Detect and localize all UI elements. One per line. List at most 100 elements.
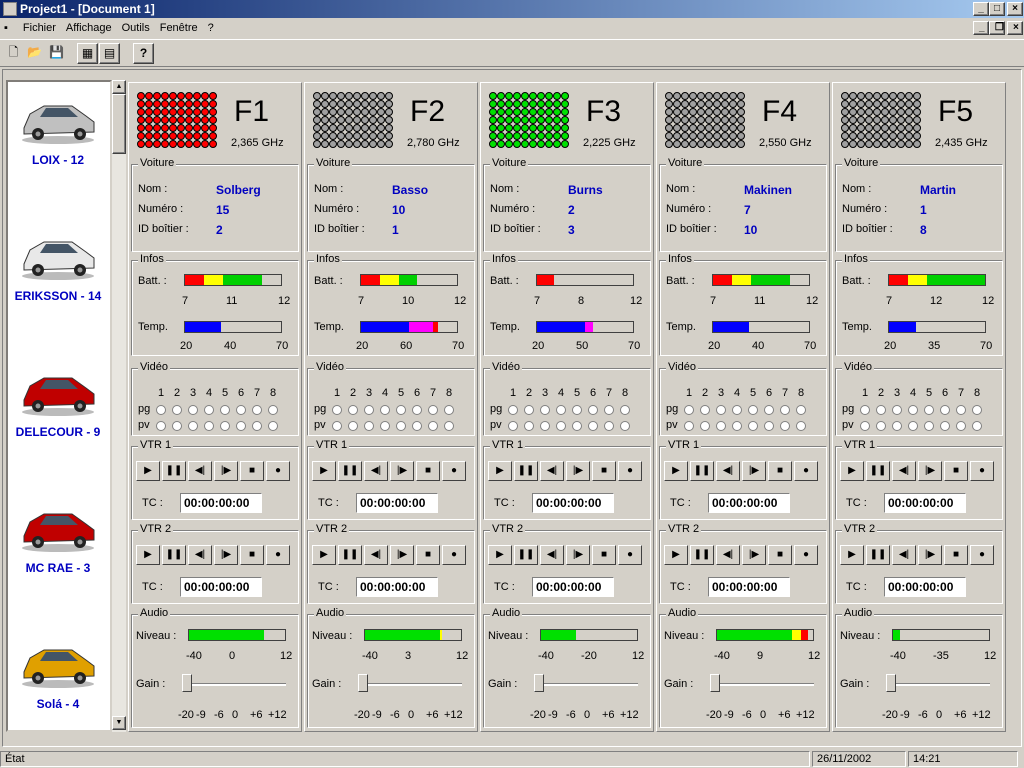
vtr2-record-button[interactable]: ● — [266, 545, 290, 565]
vtr2-pause-button[interactable]: ❚❚ — [162, 545, 186, 565]
child-restore-button[interactable]: ❐ — [989, 21, 1005, 35]
video-pg-radio[interactable] — [700, 405, 710, 415]
vtr2-pause-button[interactable]: ❚❚ — [690, 545, 714, 565]
video-pv-radio[interactable] — [956, 421, 966, 431]
video-pg-radio[interactable] — [428, 405, 438, 415]
vtr1-step-back-button[interactable]: ◀| — [892, 461, 916, 481]
video-pg-radio[interactable] — [156, 405, 166, 415]
video-pv-radio[interactable] — [556, 421, 566, 431]
vtr1-record-button[interactable]: ● — [266, 461, 290, 481]
vtr2-timecode[interactable]: 00:00:00:00 — [180, 577, 262, 597]
video-pg-radio[interactable] — [892, 405, 902, 415]
video-pv-radio[interactable] — [332, 421, 342, 431]
scroll-down-button[interactable]: ▼ — [112, 716, 126, 730]
vtr1-stop-button[interactable]: ■ — [416, 461, 440, 481]
scroll-up-button[interactable]: ▲ — [112, 80, 126, 94]
vtr1-record-button[interactable]: ● — [794, 461, 818, 481]
video-pv-radio[interactable] — [204, 421, 214, 431]
video-pv-radio[interactable] — [508, 421, 518, 431]
vtr2-timecode[interactable]: 00:00:00:00 — [532, 577, 614, 597]
vtr1-stop-button[interactable]: ■ — [944, 461, 968, 481]
vtr1-step-forward-button[interactable]: |▶ — [918, 461, 942, 481]
video-pg-radio[interactable] — [604, 405, 614, 415]
video-pg-radio[interactable] — [524, 405, 534, 415]
video-pg-radio[interactable] — [412, 405, 422, 415]
video-pv-radio[interactable] — [380, 421, 390, 431]
vtr1-pause-button[interactable]: ❚❚ — [338, 461, 362, 481]
vtr1-step-back-button[interactable]: ◀| — [716, 461, 740, 481]
vtr2-record-button[interactable]: ● — [618, 545, 642, 565]
vtr1-record-button[interactable]: ● — [442, 461, 466, 481]
video-pg-radio[interactable] — [444, 405, 454, 415]
video-pg-radio[interactable] — [268, 405, 278, 415]
video-pv-radio[interactable] — [684, 421, 694, 431]
vtr1-timecode[interactable]: 00:00:00:00 — [180, 493, 262, 513]
video-pg-radio[interactable] — [620, 405, 630, 415]
video-pg-radio[interactable] — [236, 405, 246, 415]
vtr2-step-back-button[interactable]: ◀| — [716, 545, 740, 565]
help-icon[interactable]: ? — [133, 43, 154, 64]
video-pv-radio[interactable] — [412, 421, 422, 431]
video-pg-radio[interactable] — [940, 405, 950, 415]
video-pv-radio[interactable] — [940, 421, 950, 431]
gain-slider-thumb[interactable] — [886, 674, 896, 692]
video-pg-radio[interactable] — [348, 405, 358, 415]
video-pv-radio[interactable] — [764, 421, 774, 431]
vtr2-step-back-button[interactable]: ◀| — [892, 545, 916, 565]
car-list-item[interactable]: DELECOUR - 9 — [8, 358, 108, 439]
scroll-thumb[interactable] — [112, 94, 126, 154]
video-pv-radio[interactable] — [428, 421, 438, 431]
vtr2-timecode[interactable]: 00:00:00:00 — [708, 577, 790, 597]
menu-item-2[interactable]: Outils — [117, 19, 155, 37]
vtr1-stop-button[interactable]: ■ — [240, 461, 264, 481]
car-list-item[interactable]: ERIKSSON - 14 — [8, 222, 108, 303]
vtr1-stop-button[interactable]: ■ — [592, 461, 616, 481]
vtr1-pause-button[interactable]: ❚❚ — [866, 461, 890, 481]
vtr2-stop-button[interactable]: ■ — [592, 545, 616, 565]
vtr1-pause-button[interactable]: ❚❚ — [162, 461, 186, 481]
video-pv-radio[interactable] — [876, 421, 886, 431]
vtr1-play-button[interactable]: ▶ — [136, 461, 160, 481]
gain-slider-thumb[interactable] — [182, 674, 192, 692]
video-pg-radio[interactable] — [508, 405, 518, 415]
video-pg-radio[interactable] — [876, 405, 886, 415]
video-pg-radio[interactable] — [956, 405, 966, 415]
vtr2-stop-button[interactable]: ■ — [768, 545, 792, 565]
video-pg-radio[interactable] — [716, 405, 726, 415]
vtr1-timecode[interactable]: 00:00:00:00 — [532, 493, 614, 513]
close-button[interactable]: × — [1007, 2, 1023, 16]
gain-slider-track[interactable] — [886, 683, 990, 686]
vtr1-timecode[interactable]: 00:00:00:00 — [884, 493, 966, 513]
video-pv-radio[interactable] — [780, 421, 790, 431]
vtr2-play-button[interactable]: ▶ — [488, 545, 512, 565]
video-pg-radio[interactable] — [172, 405, 182, 415]
vtr1-step-forward-button[interactable]: |▶ — [566, 461, 590, 481]
video-pv-radio[interactable] — [860, 421, 870, 431]
maximize-button[interactable]: □ — [989, 2, 1005, 16]
video-pv-radio[interactable] — [604, 421, 614, 431]
video-pg-radio[interactable] — [684, 405, 694, 415]
gain-slider-track[interactable] — [358, 683, 462, 686]
vtr1-play-button[interactable]: ▶ — [488, 461, 512, 481]
vtr1-step-forward-button[interactable]: |▶ — [742, 461, 766, 481]
video-pg-radio[interactable] — [572, 405, 582, 415]
video-pv-radio[interactable] — [364, 421, 374, 431]
gain-slider-thumb[interactable] — [534, 674, 544, 692]
properties-icon[interactable]: ▤ — [99, 43, 120, 64]
video-pv-radio[interactable] — [156, 421, 166, 431]
vtr2-step-forward-button[interactable]: |▶ — [390, 545, 414, 565]
video-pg-radio[interactable] — [364, 405, 374, 415]
vtr2-step-back-button[interactable]: ◀| — [540, 545, 564, 565]
video-pv-radio[interactable] — [236, 421, 246, 431]
vtr1-step-forward-button[interactable]: |▶ — [390, 461, 414, 481]
video-pv-radio[interactable] — [620, 421, 630, 431]
video-pg-radio[interactable] — [780, 405, 790, 415]
vtr2-stop-button[interactable]: ■ — [416, 545, 440, 565]
save-disk-icon[interactable]: 💾 — [46, 43, 67, 64]
child-close-button[interactable]: × — [1007, 21, 1023, 35]
vtr2-record-button[interactable]: ● — [970, 545, 994, 565]
vtr1-record-button[interactable]: ● — [618, 461, 642, 481]
vtr1-timecode[interactable]: 00:00:00:00 — [708, 493, 790, 513]
vtr2-step-forward-button[interactable]: |▶ — [918, 545, 942, 565]
vtr2-timecode[interactable]: 00:00:00:00 — [356, 577, 438, 597]
